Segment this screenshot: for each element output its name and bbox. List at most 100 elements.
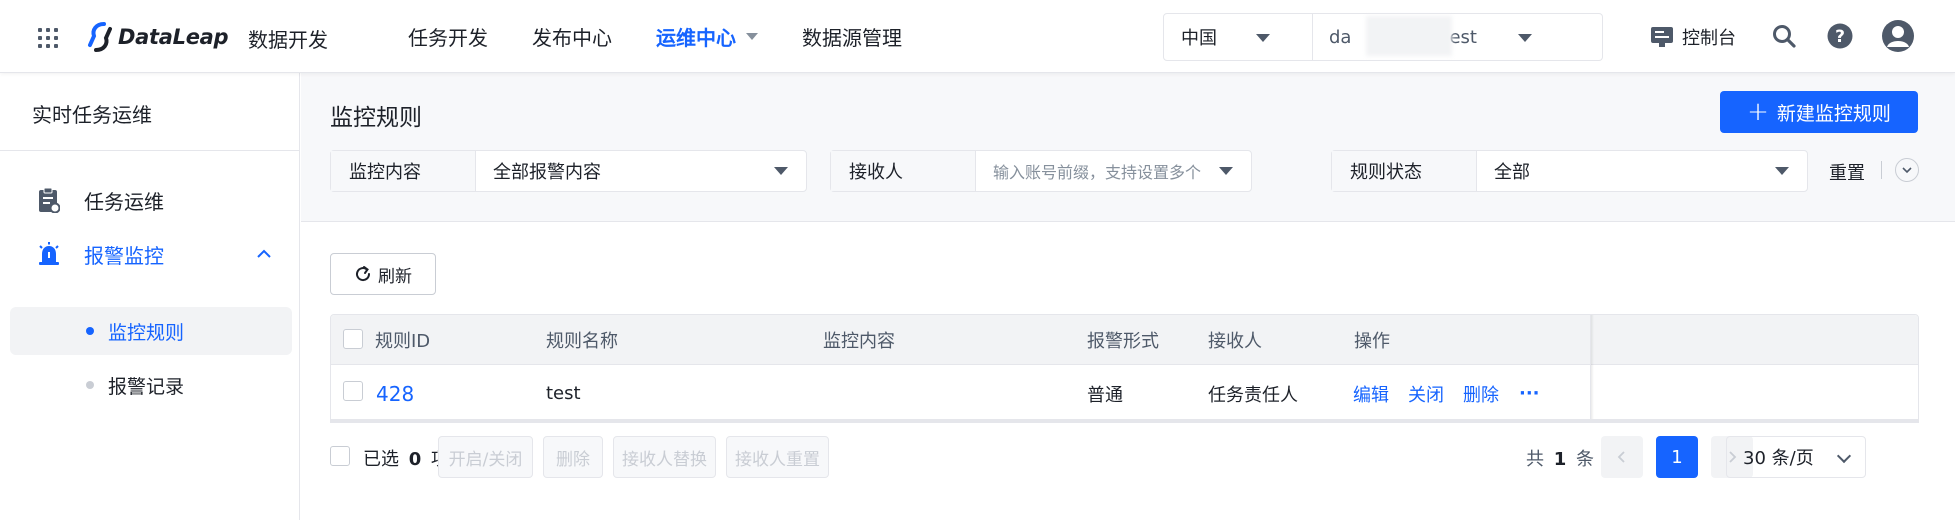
top-header: DataLeap 数据开发 任务开发 发布中心 运维中心 数据源管理 中国 da…	[0, 0, 1955, 73]
total-count: 1	[1553, 449, 1567, 470]
expand-filters-button[interactable]	[1895, 158, 1919, 182]
region-value: 中国	[1181, 28, 1217, 49]
col-monitor-content: 监控内容	[823, 330, 895, 352]
receiver: 任务责任人	[1208, 384, 1298, 406]
refresh-button[interactable]: 刷新	[330, 253, 436, 295]
rule-status-filter[interactable]: 规则状态 全部	[1331, 150, 1808, 192]
batch-reset-receiver-button[interactable]: 接收人重置	[726, 436, 829, 478]
nav-label: 数据源管理	[802, 26, 902, 50]
nav-task-dev[interactable]: 任务开发	[408, 22, 488, 51]
select-all-footer-checkbox[interactable]	[330, 446, 350, 466]
filter-label: 规则状态	[1332, 151, 1477, 191]
sidebar-subitem-label: 监控规则	[108, 321, 185, 344]
chevron-left-icon	[1617, 451, 1625, 463]
task-clipboard-icon	[39, 187, 60, 213]
row-checkbox[interactable]	[343, 381, 363, 401]
page-size-value: 30 条/页	[1743, 448, 1814, 469]
monitor-content-select[interactable]: 全部报警内容	[476, 151, 806, 191]
col-actions: 操作	[1354, 330, 1390, 352]
prev-page-button[interactable]	[1601, 436, 1643, 478]
sidebar-item-alarm-monitor[interactable]: 报警监控	[0, 229, 300, 279]
selected-count: 0	[408, 449, 422, 470]
sidebar-item-task-ops[interactable]: 任务运维	[0, 175, 300, 225]
plus-icon: +	[1747, 97, 1769, 127]
col-receiver: 接收人	[1208, 330, 1262, 352]
col-alert-type: 报警形式	[1087, 330, 1159, 352]
rule-status-select[interactable]: 全部	[1477, 151, 1807, 191]
refresh-label: 刷新	[378, 266, 412, 287]
col-rule-id[interactable]: 规则ID	[375, 315, 430, 364]
console-link[interactable]: 控制台	[1650, 24, 1736, 50]
more-actions-icon[interactable]: ···	[1519, 365, 1540, 421]
total-prefix: 共	[1526, 449, 1544, 470]
sidebar-item-label: 任务运维	[84, 189, 164, 214]
select-all-checkbox[interactable]	[343, 329, 363, 349]
batch-delete-button[interactable]: 删除	[543, 436, 603, 478]
reset-button[interactable]: 重置	[1829, 159, 1865, 185]
nav-label: 任务开发	[408, 26, 488, 50]
caret-down-icon	[1256, 34, 1270, 42]
total-suffix: 条	[1576, 449, 1594, 470]
page-button-current[interactable]: 1	[1656, 436, 1698, 478]
selected-prefix: 已选	[363, 449, 399, 470]
svg-text:?: ?	[1835, 27, 1845, 47]
batch-replace-receiver-button[interactable]: 接收人替换	[613, 436, 716, 478]
redacted-project-name	[1366, 16, 1452, 56]
close-action[interactable]: 关闭	[1408, 365, 1444, 421]
dataleap-logo-icon	[88, 22, 112, 52]
sidebar-item-label: 报警监控	[84, 243, 164, 268]
main-nav: 任务开发 发布中心 运维中心 数据源管理	[408, 0, 946, 73]
page-size-select[interactable]: 30 条/页	[1726, 436, 1866, 478]
monitor-content-filter[interactable]: 监控内容 全部报警内容	[330, 150, 807, 192]
receiver-filter[interactable]: 接收人 输入账号前缀，支持设置多个	[830, 150, 1252, 192]
chevron-up-icon[interactable]	[256, 249, 272, 259]
sidebar-divider	[0, 150, 300, 151]
region-select[interactable]: 中国	[1163, 13, 1313, 61]
sidebar-subitem-monitor-rules[interactable]: 监控规则	[10, 307, 292, 355]
horizontal-scrollbar[interactable]	[330, 419, 1919, 423]
alarm-icon	[39, 242, 59, 265]
selected-count-text: 已选 0 项	[363, 445, 449, 471]
search-icon[interactable]	[1770, 22, 1798, 50]
alert-type: 普通	[1087, 384, 1123, 406]
refresh-icon	[356, 266, 371, 282]
sidebar-subitem-label: 报警记录	[108, 375, 185, 398]
table-header: 规则ID 规则名称 监控内容 报警形式 接收人 操作	[331, 315, 1918, 365]
nav-label: 运维中心	[656, 26, 736, 50]
dataleap-logo[interactable]: DataLeap	[86, 21, 229, 53]
nav-release-center[interactable]: 发布中心	[532, 22, 612, 51]
filter-value: 全部报警内容	[493, 162, 601, 183]
rule-id-link[interactable]: 428	[376, 365, 414, 421]
page-title: 监控规则	[330, 105, 422, 131]
chevron-down-icon	[1836, 448, 1852, 464]
filter-value: 全部	[1494, 162, 1530, 183]
filter-area: 监控规则 + 新建监控规则 监控内容 全部报警内容 接收人 输入账号前缀，支持设…	[301, 73, 1955, 222]
bullet-dot	[86, 381, 94, 389]
caret-down-icon	[1219, 167, 1233, 175]
main-content: 监控规则 + 新建监控规则 监控内容 全部报警内容 接收人 输入账号前缀，支持设…	[301, 73, 1955, 520]
receiver-input[interactable]: 输入账号前缀，支持设置多个	[976, 151, 1251, 191]
caret-down-icon	[1518, 34, 1532, 42]
sidebar-subitem-alarm-records[interactable]: 报警记录	[10, 361, 292, 409]
caret-down-icon	[746, 33, 758, 40]
edit-action[interactable]: 编辑	[1353, 365, 1389, 421]
project-select[interactable]: da est	[1312, 13, 1603, 61]
help-icon[interactable]: ?	[1826, 22, 1854, 50]
user-avatar-icon[interactable]	[1881, 19, 1915, 53]
fixed-column-shadow	[1591, 315, 1594, 421]
nav-datasource-mgmt[interactable]: 数据源管理	[802, 22, 902, 51]
new-monitor-rule-button[interactable]: + 新建监控规则	[1720, 91, 1918, 133]
rules-table: 规则ID 规则名称 监控内容 报警形式 接收人 操作 428 test 普通 任…	[330, 314, 1919, 422]
console-label: 控制台	[1682, 28, 1736, 49]
filter-label: 监控内容	[331, 151, 476, 191]
filter-label: 接收人	[831, 151, 976, 191]
nav-ops-center[interactable]: 运维中心	[656, 22, 758, 51]
total-count-text: 共 1 条	[1526, 445, 1594, 471]
receiver-placeholder: 输入账号前缀，支持设置多个	[993, 163, 1202, 182]
bullet-dot	[86, 327, 94, 335]
apps-grid-icon[interactable]	[36, 26, 60, 50]
button-label: 新建监控规则	[1776, 102, 1891, 125]
batch-toggle-button[interactable]: 开启/关闭	[438, 436, 533, 478]
delete-action[interactable]: 删除	[1463, 365, 1499, 421]
sidebar-title: 实时任务运维	[32, 103, 152, 127]
